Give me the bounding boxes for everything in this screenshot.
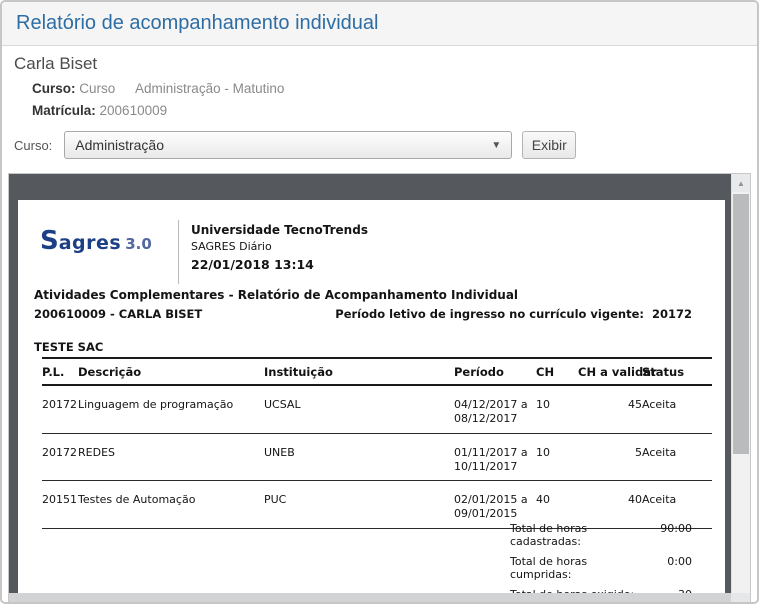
course-value: Curso (79, 81, 115, 96)
total-registered-row: Total de horas cadastradas: 90:00 (510, 522, 692, 548)
report-page: Sagres3.0 Universidade TecnoTrends SAGRE… (18, 200, 725, 593)
col-header-status: Status (642, 358, 712, 385)
course-select-value: Administração (75, 137, 164, 153)
col-header-instituicao: Instituição (264, 358, 454, 385)
cell-ch-validar: 5 (578, 433, 642, 481)
cell-periodo: 04/12/2017 a08/12/2017 (454, 385, 536, 433)
totals-block: Total de horas cadastradas: 90:00 Total … (510, 522, 692, 604)
report-window: Relatório de acompanhamento individual C… (0, 0, 759, 604)
col-header-descricao: Descrição (78, 358, 264, 385)
course-select-label: Curso: (14, 138, 52, 153)
vertical-scrollbar-thumb[interactable] (733, 194, 749, 454)
report-period-line: Período letivo de ingresso no currículo … (335, 307, 692, 321)
student-info: Carla Biset Curso: Curso Administração -… (2, 46, 757, 118)
cell-ch-validar: 45 (578, 385, 642, 433)
logo-letter-s: S (40, 226, 59, 256)
course-filter-bar: Curso: Administração ▼ Exibir (14, 131, 576, 159)
chevron-down-icon: ▼ (491, 140, 501, 151)
cell-ch: 10 (536, 385, 578, 433)
enrollment-label: Matrícula: (32, 103, 96, 118)
total-completed-label: Total de horas cumpridas: (510, 555, 640, 581)
report-subheader: 200610009 - CARLA BISET Período letivo d… (34, 307, 692, 321)
cell-ch: 10 (536, 433, 578, 481)
scrollbar-corner (731, 593, 750, 604)
org-name: Universidade TecnoTrends (191, 223, 368, 237)
sagres-logo: Sagres3.0 (40, 226, 152, 256)
report-datetime: 22/01/2018 13:14 (191, 257, 368, 272)
title-bar: Relatório de acompanhamento individual (2, 2, 757, 46)
cell-descricao: Linguagem de programação (78, 385, 264, 433)
section-label: TESTE SAC (34, 340, 103, 354)
cell-descricao: Testes de Automação (78, 481, 264, 529)
course-label: Curso: (32, 81, 76, 96)
student-course-row: Curso: Curso Administração - Matutino (32, 81, 757, 96)
course-detail: Administração - Matutino (135, 81, 284, 96)
col-header-pl: P.L. (42, 358, 78, 385)
cell-instituicao: UNEB (264, 433, 454, 481)
cell-descricao: REDES (78, 433, 264, 481)
report-student-line: 200610009 - CARLA BISET (34, 307, 202, 321)
total-completed-value: 0:00 (640, 555, 692, 581)
vertical-scrollbar[interactable]: ▲ (731, 174, 750, 593)
org-block: Universidade TecnoTrends SAGRES Diário 2… (191, 223, 368, 272)
report-title: Atividades Complementares - Relatório de… (34, 288, 518, 302)
cell-instituicao: PUC (264, 481, 454, 529)
cell-pl: 20172 (42, 385, 78, 433)
course-select[interactable]: Administração ▼ (64, 131, 512, 159)
total-completed-row: Total de horas cumpridas: 0:00 (510, 555, 692, 581)
cell-pl: 20151 (42, 481, 78, 529)
col-header-ch: CH (536, 358, 578, 385)
total-registered-value: 90:00 (640, 522, 692, 548)
student-name: Carla Biset (14, 54, 757, 74)
report-viewer: Sagres3.0 Universidade TecnoTrends SAGRE… (8, 173, 751, 604)
student-enrollment-row: Matrícula: 200610009 (32, 103, 757, 118)
cell-status: Aceita (642, 385, 712, 433)
cell-periodo: 01/11/2017 a10/11/2017 (454, 433, 536, 481)
header-divider (178, 220, 179, 284)
cell-instituicao: UCSAL (264, 385, 454, 433)
system-name: SAGRES Diário (191, 240, 368, 253)
col-header-ch-validar: CH a validar (578, 358, 642, 385)
table-header-row: P.L. Descrição Instituição Período CH CH… (42, 358, 712, 385)
cell-pl: 20172 (42, 433, 78, 481)
page-title: Relatório de acompanhamento individual (16, 12, 378, 35)
table-row: 20172 Linguagem de programação UCSAL 04/… (42, 385, 712, 433)
logo-version: 3.0 (125, 235, 152, 253)
col-header-periodo: Período (454, 358, 536, 385)
table-row: 20172 REDES UNEB 01/11/2017 a10/11/2017 … (42, 433, 712, 481)
horizontal-scrollbar[interactable] (9, 593, 731, 604)
total-registered-label: Total de horas cadastradas: (510, 522, 640, 548)
enrollment-value: 200610009 (100, 103, 168, 118)
exibir-button[interactable]: Exibir (522, 131, 576, 159)
activities-table: P.L. Descrição Instituição Período CH CH… (42, 357, 712, 529)
scroll-up-icon[interactable]: ▲ (732, 174, 750, 192)
cell-status: Aceita (642, 433, 712, 481)
logo-text: agres (59, 232, 122, 254)
